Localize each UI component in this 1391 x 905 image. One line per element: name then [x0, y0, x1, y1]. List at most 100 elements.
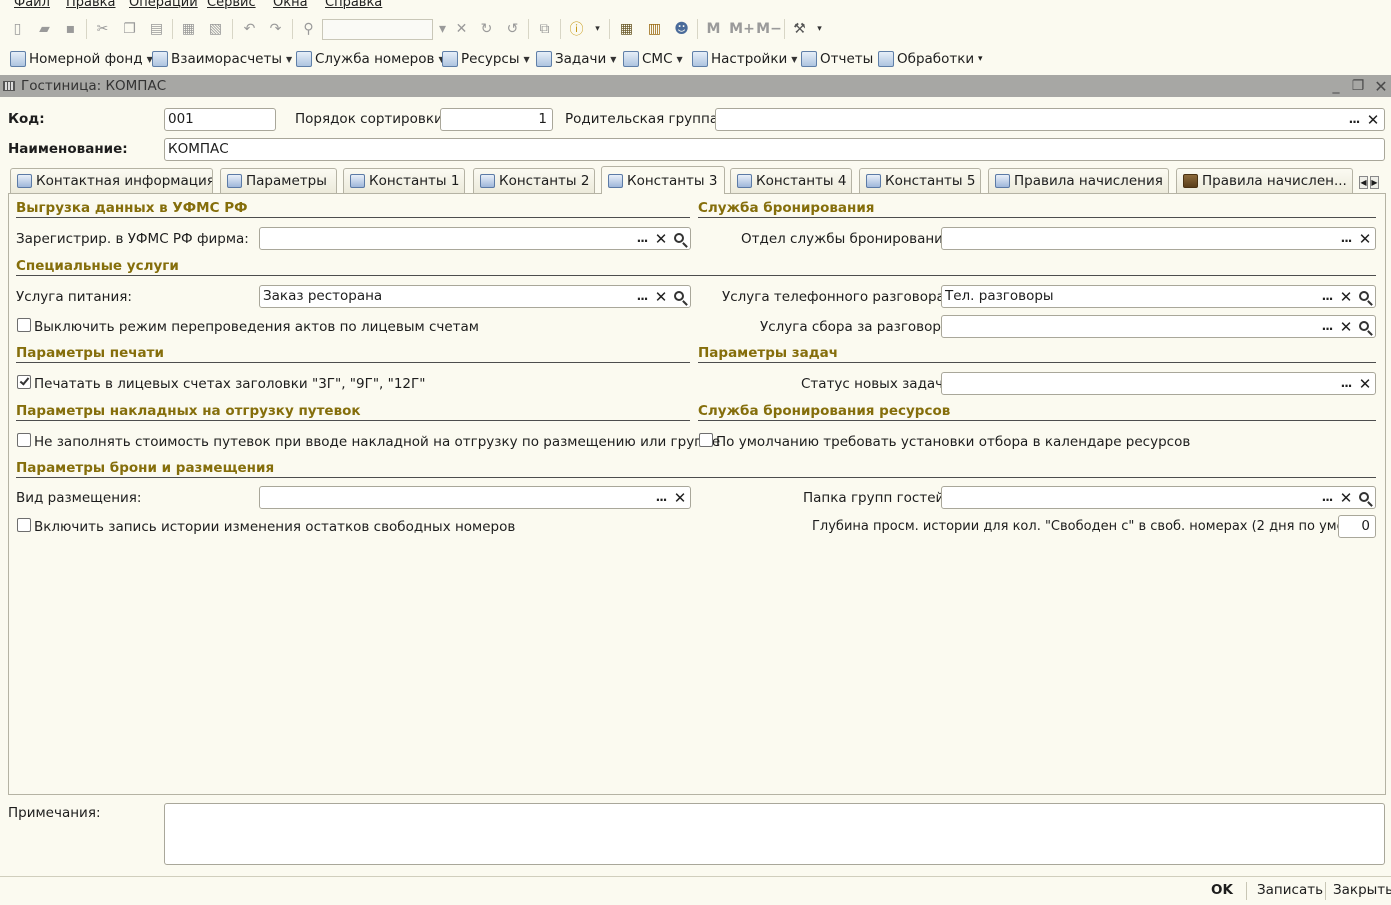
code-field[interactable]: 001	[164, 108, 276, 131]
calculator-icon[interactable]: ▦	[617, 19, 636, 38]
save-button[interactable]: Записать	[1257, 882, 1323, 898]
require-filter-checkbox[interactable]	[699, 433, 713, 447]
tools-icon[interactable]: ⚒	[790, 19, 809, 38]
tab-constants-3[interactable]: Константы 3	[601, 166, 725, 194]
magnifier-icon[interactable]	[1356, 489, 1374, 507]
select-ellipsis-icon[interactable]: ...	[1345, 111, 1363, 129]
find-next-icon[interactable]: ↻	[477, 19, 496, 38]
select-ellipsis-icon[interactable]: ...	[652, 489, 670, 507]
menu-edit[interactable]: Правка	[66, 0, 115, 10]
clear-x-icon[interactable]: ✕	[1337, 288, 1355, 306]
memory-icon[interactable]: M	[704, 19, 723, 38]
select-ellipsis-icon[interactable]: ...	[1318, 489, 1336, 507]
new-document-icon[interactable]: ▯	[8, 19, 27, 38]
minimize-icon[interactable]: _	[1327, 77, 1345, 95]
tab-accrual-rules[interactable]: Правила начисления	[988, 168, 1169, 193]
toolbar-room-service[interactable]: Служба номеров ▼	[296, 50, 445, 68]
guest-folder-field[interactable]: ... ✕	[941, 486, 1376, 509]
task-status-field[interactable]: ... ✕	[941, 372, 1376, 395]
select-ellipsis-icon[interactable]: ...	[1318, 318, 1336, 336]
clear-x-icon[interactable]: ✕	[652, 288, 670, 306]
restore-icon[interactable]: ❐	[1349, 77, 1367, 95]
select-ellipsis-icon[interactable]: ...	[633, 230, 651, 248]
clear-x-icon[interactable]: ✕	[671, 489, 689, 507]
info-dropdown-icon[interactable]: ▾	[588, 19, 607, 38]
tab-scroll-left-icon[interactable]: ◀	[1359, 176, 1368, 189]
undo-icon[interactable]: ↶	[240, 19, 259, 38]
windows-icon[interactable]: ⧉	[535, 19, 554, 38]
tab-scroll-right-icon[interactable]: ▶	[1370, 176, 1379, 189]
clear-x-icon[interactable]: ✕	[1364, 111, 1382, 129]
tab-accrual-rules-2[interactable]: Правила начислен...	[1176, 168, 1353, 193]
open-folder-icon[interactable]: ▰	[35, 19, 54, 38]
users-icon[interactable]: ☻	[672, 19, 691, 38]
copy-icon[interactable]: ❐	[120, 19, 139, 38]
select-ellipsis-icon[interactable]: ...	[1318, 288, 1336, 306]
menu-help[interactable]: Справка	[325, 0, 382, 10]
name-field[interactable]: КОМПАС	[164, 138, 1385, 161]
tab-parameters[interactable]: Параметры	[220, 168, 337, 193]
clear-x-icon[interactable]: ✕	[1337, 489, 1355, 507]
close-window-icon[interactable]: ✕	[1372, 77, 1390, 96]
tab-contact-info[interactable]: Контактная информация	[10, 168, 213, 193]
tools-dropdown-icon[interactable]: ▾	[810, 19, 829, 38]
history-depth-field[interactable]: 0	[1338, 515, 1376, 538]
redo-icon[interactable]: ↷	[266, 19, 285, 38]
tab-constants-1[interactable]: Константы 1	[343, 168, 465, 193]
tab-constants-4[interactable]: Константы 4	[730, 168, 852, 193]
disable-repost-checkbox[interactable]	[17, 318, 31, 332]
ok-button[interactable]: OK	[1211, 882, 1233, 898]
print-headers-checkbox[interactable]	[17, 375, 31, 389]
parent-group-field[interactable]: ... ✕	[715, 108, 1385, 131]
toolbar-reports[interactable]: Отчеты	[801, 50, 873, 68]
magnifier-icon[interactable]	[1356, 318, 1374, 336]
select-ellipsis-icon[interactable]: ...	[1337, 375, 1355, 393]
info-icon[interactable]: ⓘ	[567, 19, 586, 38]
ufms-firm-field[interactable]: ... ✕	[259, 227, 691, 250]
print-preview-icon[interactable]: ▧	[206, 19, 225, 38]
find-icon[interactable]: ⚲	[299, 19, 318, 38]
history-log-checkbox[interactable]	[17, 518, 31, 532]
clear-x-icon[interactable]: ✕	[1356, 230, 1374, 248]
call-fee-field[interactable]: ... ✕	[941, 315, 1376, 338]
memory-plus-icon[interactable]: M+	[729, 19, 755, 38]
menu-file[interactable]: Файл	[14, 0, 50, 10]
find-prev-icon[interactable]: ↺	[503, 19, 522, 38]
memory-minus-icon[interactable]: M−	[756, 19, 782, 38]
notes-textarea[interactable]	[164, 803, 1385, 865]
select-ellipsis-icon[interactable]: ...	[633, 288, 651, 306]
phone-service-field[interactable]: Тел. разговоры ... ✕	[941, 285, 1376, 308]
sort-order-field[interactable]: 1	[440, 108, 553, 131]
menu-operations[interactable]: Операции	[129, 0, 198, 10]
magnifier-icon[interactable]	[671, 288, 689, 306]
search-dropdown-icon[interactable]: ▾	[433, 19, 452, 38]
placement-type-field[interactable]: ... ✕	[259, 486, 691, 509]
menu-service[interactable]: Сервис	[207, 0, 256, 10]
toolbar-settlements[interactable]: Взаиморасчеты ▼	[152, 50, 292, 68]
toolbar-settings[interactable]: Настройки ▼	[692, 50, 797, 68]
save-icon[interactable]: ▪	[61, 19, 80, 38]
print-icon[interactable]: ▦	[179, 19, 198, 38]
toolbar-search-input[interactable]	[322, 19, 433, 40]
clear-x-icon[interactable]: ✕	[1356, 375, 1374, 393]
tab-constants-2[interactable]: Константы 2	[473, 168, 595, 193]
tab-constants-5[interactable]: Константы 5	[859, 168, 981, 193]
clear-x-icon[interactable]: ✕	[652, 230, 670, 248]
magnifier-icon[interactable]	[671, 230, 689, 248]
booking-dept-field[interactable]: ... ✕	[941, 227, 1376, 250]
toolbar-resources[interactable]: Ресурсы ▼	[442, 50, 530, 68]
toolbar-more-icon[interactable]: ▾	[978, 50, 983, 68]
food-service-field[interactable]: Заказ ресторана ... ✕	[259, 285, 691, 308]
magnifier-icon[interactable]	[1356, 288, 1374, 306]
paste-icon[interactable]: ▤	[147, 19, 166, 38]
close-button[interactable]: Закрыть	[1333, 882, 1391, 898]
toolbar-tasks[interactable]: Задачи ▼	[536, 50, 616, 68]
toolbar-sms[interactable]: СМС ▼	[623, 50, 683, 68]
clear-x-icon[interactable]: ✕	[1337, 318, 1355, 336]
menu-windows[interactable]: Окна	[273, 0, 308, 10]
no-fill-cost-checkbox[interactable]	[17, 433, 31, 447]
search-clear-icon[interactable]: ✕	[452, 19, 471, 38]
calendar-icon[interactable]: ▥	[645, 19, 664, 38]
toolbar-room-fund[interactable]: Номерной фонд ▼	[10, 50, 153, 68]
cut-icon[interactable]: ✂	[93, 19, 112, 38]
